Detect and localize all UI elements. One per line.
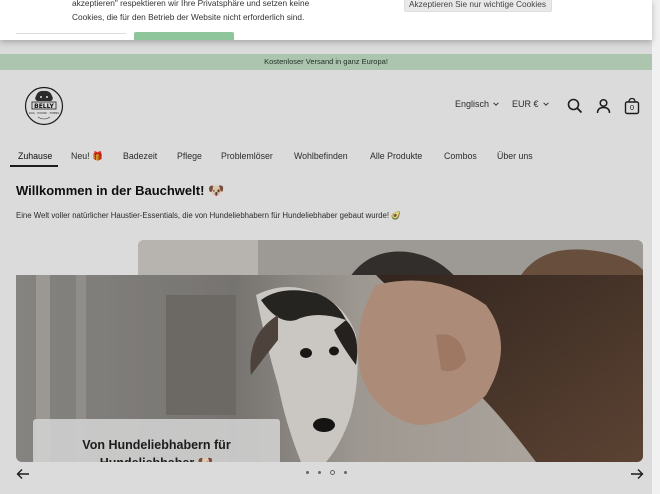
cart-count: 0 [629,103,635,112]
nav-item-problemloser[interactable]: Problemlöser [221,151,273,161]
cookie-banner: akzeptieren" respektieren wir Ihre Priva… [0,0,652,40]
nav-active-underline [10,165,58,167]
arrow-left-icon[interactable] [16,468,30,480]
hero-previous-slide-image [138,240,643,280]
slide-indicators [306,470,347,475]
account-icon[interactable] [596,98,611,114]
scrollbar[interactable] [652,0,660,494]
cart-button[interactable]: 0 [624,97,640,115]
cookie-text: akzeptieren" respektieren wir Ihre Priva… [72,0,372,24]
page-subtitle: Eine Welt voller natürlicher Haustier-Es… [16,211,401,220]
nav-item-combos[interactable]: Combos [444,151,477,161]
currency-selector[interactable]: EUR € [512,99,550,109]
currency-label: EUR € [512,99,539,109]
slide-dot-4[interactable] [344,471,347,474]
nav-item-alle-produkte[interactable]: Alle Produkte [370,151,422,161]
store-logo[interactable]: BELLY DOG · HOUND · FRIEND [24,86,64,126]
hero-slideshow: Von Hundeliebhabern für Hundeliebhaber 🐶 [16,240,643,462]
page: akzeptieren" respektieren wir Ihre Priva… [0,0,652,494]
language-label: Englisch [455,99,490,109]
slide-dot-2[interactable] [318,471,321,474]
nav-item-pflege[interactable]: Pflege [177,151,202,161]
nav-item-badezeit[interactable]: Badezeit [123,151,157,161]
language-selector[interactable]: Englisch [455,99,500,109]
nav-item-wohlbefinden[interactable]: Wohlbefinden [294,151,348,161]
logo-text: BELLY [34,103,54,110]
chevron-down-icon [493,102,499,106]
announcement-bar: Kostenloser Versand in ganz Europa! [0,54,652,70]
search-icon[interactable] [567,98,583,114]
page-title: Willkommen in der Bauchwelt! 🐶 [16,183,225,198]
nav-item-neu[interactable]: Neu! 🎁 [71,151,103,162]
accept-essential-cookies-button[interactable]: Akzeptieren Sie nur wichtige Cookies [404,0,552,12]
nav-item-uber-uns[interactable]: Über uns [497,151,533,161]
hero-caption-card: Von Hundeliebhabern für Hundeliebhaber 🐶 [33,419,280,462]
logo-subtext: DOG · HOUND · FRIEND [29,111,59,115]
hero-image: Von Hundeliebhabern für Hundeliebhaber 🐶 [16,275,643,462]
arrow-right-icon[interactable] [630,468,644,480]
cookie-text-line2: Cookies, die für den Betrieb der Website… [72,12,305,22]
slide-dot-3[interactable] [330,470,335,475]
cookie-settings-button[interactable] [16,33,126,40]
cookie-text-line1: akzeptieren" respektieren wir Ihre Priva… [72,0,310,8]
hero-caption: Von Hundeliebhabern für Hundeliebhaber 🐶 [82,437,231,463]
slide-dot-1[interactable] [306,471,309,474]
accept-all-cookies-button[interactable] [134,32,234,40]
nav-item-zuhause[interactable]: Zuhause [18,151,52,161]
chevron-down-icon [542,102,549,106]
